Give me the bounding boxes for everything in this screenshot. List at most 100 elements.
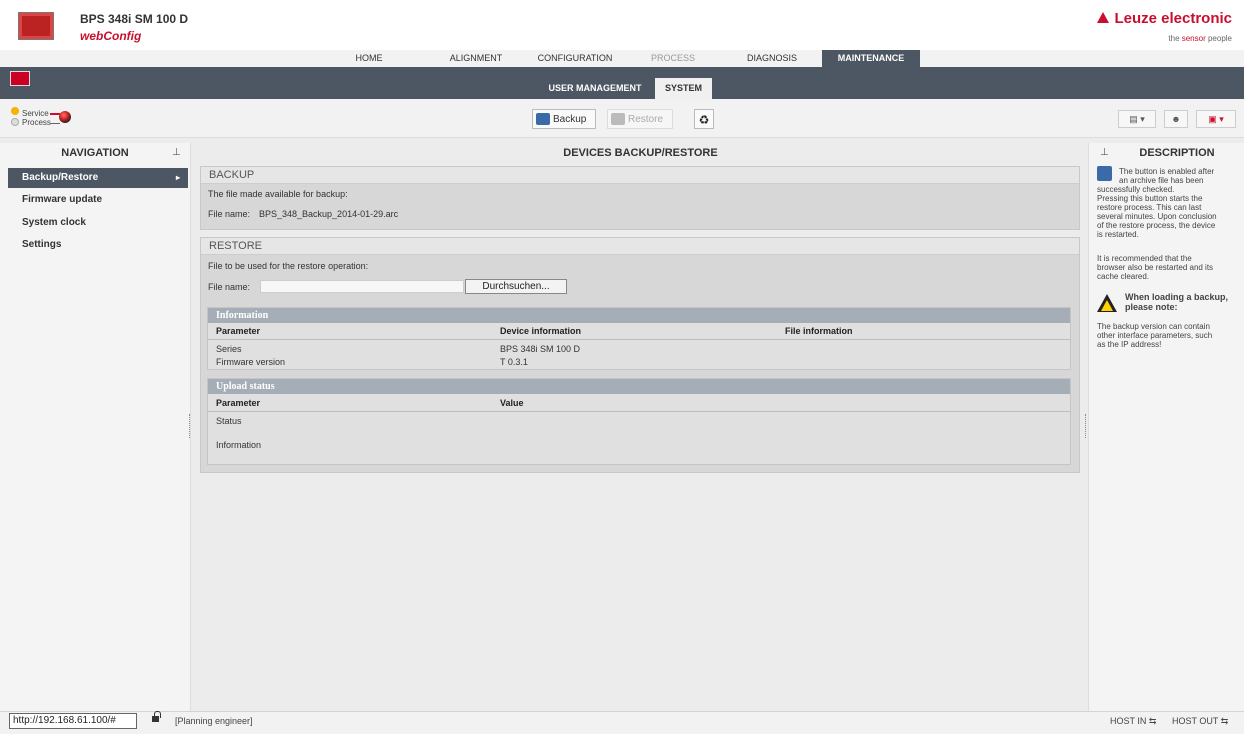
host-out-indicator: HOST OUT ⇆ [1172,716,1228,727]
info-header-divider [208,339,1070,340]
description-line: cache cleared. [1097,272,1150,281]
restore-text: File to be used for the restore operatio… [208,261,369,271]
description-line: restore process. This can last [1097,203,1202,212]
restore-group-header [201,238,1079,255]
description-line: other interface parameters, such [1097,331,1213,340]
navigation-title: NAVIGATION [61,147,129,159]
description-line: as the IP address! [1097,340,1162,349]
restore-icon [1097,166,1112,181]
info-col-parameter: Parameter [216,326,261,336]
process-line [50,123,60,124]
info-col-file: File information [785,326,853,336]
backup-title: BACKUP [209,169,255,181]
nav-item-backup-restore[interactable]: Backup/Restore ▸ [8,168,188,188]
brand-tagline: the sensor people [1168,34,1232,43]
pin-icon[interactable]: ⊥ [1100,147,1109,158]
tab-alignment[interactable]: ALIGNMENT [436,50,516,67]
app-name: webConfig [80,29,142,43]
restore-file-label: File name: [208,282,251,292]
info-row-param: Series [216,344,242,354]
user-button[interactable]: ☻ [1164,110,1188,128]
nav-item-firmware-update[interactable]: Firmware update [8,190,188,210]
backup-group-header [201,167,1079,184]
brand-logo: Leuze electronic [1097,10,1232,27]
tab-process[interactable]: PROCESS [634,50,712,67]
upload-header-divider [208,411,1070,412]
restore-icon [611,113,625,125]
nav-item-label: Backup/Restore [22,172,99,183]
device-image [18,12,54,40]
description-line: It is recommended that the [1097,254,1192,263]
tab-user-management[interactable]: USER MANAGEMENT [540,78,650,99]
description-line: of the restore process, the device [1097,221,1216,230]
restore-button-label: Restore [628,114,664,125]
backup-file-value: BPS_348_Backup_2014-01-29.arc [259,209,399,219]
tagline-em: sensor [1181,34,1206,43]
page-title: DEVICES BACKUP/RESTORE [563,147,718,159]
export-dropdown[interactable]: ▤ ▾ [1118,110,1156,128]
users-icon: ☻ [1171,114,1181,124]
backup-icon [536,113,550,125]
arrows-icon: ⇆ [1148,716,1157,726]
service-label: Service [22,109,49,118]
browse-button[interactable]: Durchsuchen... [465,279,567,294]
warning-icon-fill [1101,300,1113,311]
information-title: Information [208,308,1070,323]
upload-col-value: Value [500,398,524,408]
description-line: Pressing this button starts the [1097,194,1203,203]
description-line: The backup version can contain [1097,322,1210,331]
nav-item-settings[interactable]: Settings [8,235,188,255]
restore-file-input[interactable] [260,280,464,293]
device-title: BPS 348i SM 100 D [80,12,189,26]
export-icon: ▤ ▾ [1129,114,1145,124]
host-in-label: HOST IN [1110,716,1147,726]
url-tooltip: http://192.168.61.100/# [9,713,137,729]
lock-icon[interactable] [152,716,159,722]
mode-switch-knob-icon[interactable] [59,111,71,123]
description-line: browser also be restarted and its [1097,263,1214,272]
tagline-pre: the [1168,34,1182,43]
info-col-device: Device information [500,326,582,336]
info-row-device: T 0.3.1 [500,357,528,367]
warning-title: please note: [1125,302,1178,312]
description-line: is restarted. [1097,230,1139,239]
description-line: several minutes. Upon conclusion [1097,212,1217,221]
pin-icon[interactable]: ⊥ [172,147,181,158]
chevron-right-icon: ▸ [175,173,180,182]
backup-button[interactable]: Backup [532,109,596,129]
restore-title: RESTORE [209,240,262,252]
description-line: an archive file has been [1119,176,1204,185]
tab-configuration[interactable]: CONFIGURATION [527,50,623,67]
brand-name: Leuze electronic [1114,10,1232,27]
flag-icon: ▣ ▾ [1208,114,1224,124]
upload-row-param: Status [216,416,242,426]
tab-diagnosis[interactable]: DIAGNOSIS [732,50,812,67]
nav-item-system-clock[interactable]: System clock [8,213,188,233]
description-line: The button is enabled after [1119,167,1215,176]
tab-system[interactable]: SYSTEM [655,78,712,99]
process-led-icon [11,118,19,126]
host-in-indicator: HOST IN ⇆ [1110,716,1156,727]
upload-status-title: Upload status [208,379,1070,394]
device-mini-icon [10,71,30,86]
backup-text: The file made available for backup: [208,189,348,199]
process-label: Process [22,118,51,127]
recycle-icon: ♻ [698,113,710,127]
info-row-device: BPS 348i SM 100 D [500,344,581,354]
tab-maintenance[interactable]: MAINTENANCE [822,50,920,67]
info-row-param: Firmware version [216,357,286,367]
description-line: successfully checked. [1097,185,1175,194]
host-out-label: HOST OUT [1172,716,1219,726]
tagline-post: people [1205,34,1232,43]
language-dropdown[interactable]: ▣ ▾ [1196,110,1236,128]
recycle-button[interactable]: ♻ [694,109,714,129]
warning-title: When loading a backup, [1125,292,1229,302]
backup-button-label: Backup [553,114,587,125]
upload-col-parameter: Parameter [216,398,261,408]
restore-button[interactable]: Restore [607,109,673,129]
nav-resize-handle[interactable] [189,414,192,438]
upload-status-table: Upload status [207,378,1071,465]
tab-home[interactable]: HOME [335,50,403,67]
arrows-icon: ⇆ [1220,716,1229,726]
brand-triangle-icon [1097,12,1110,23]
